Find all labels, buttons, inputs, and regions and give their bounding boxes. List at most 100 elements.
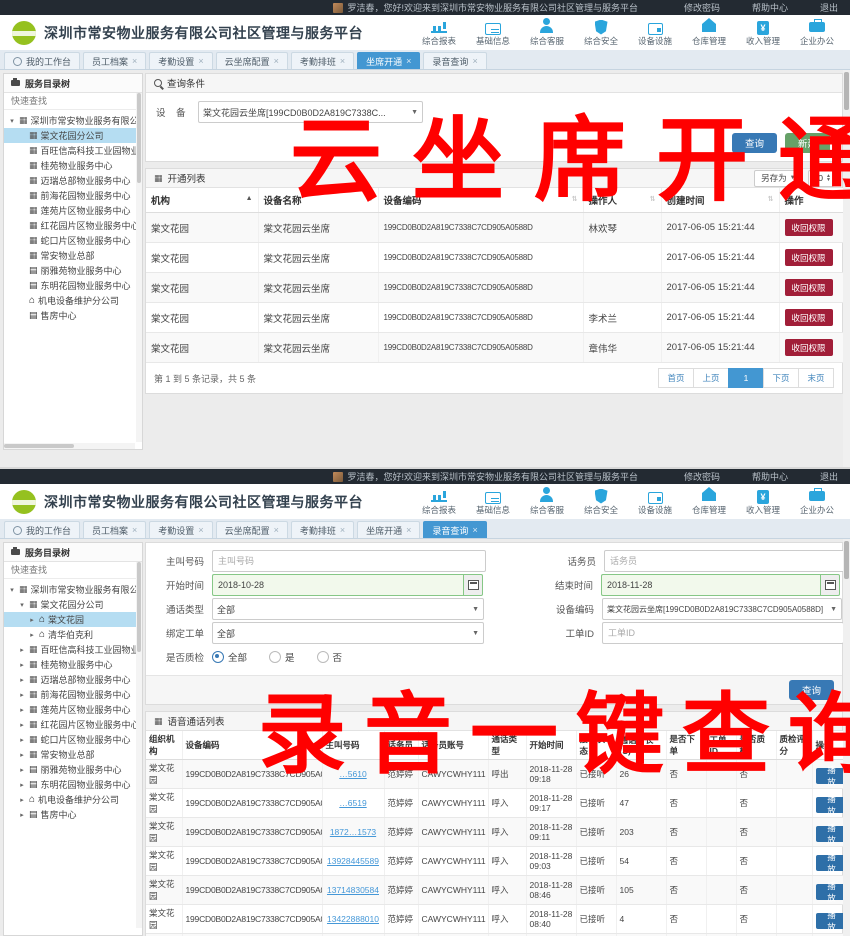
close-icon[interactable]: × (472, 56, 477, 66)
sort-asc-icon[interactable]: ▲ (246, 195, 253, 202)
quick-find-input[interactable]: 快速查找 (4, 93, 142, 110)
tree-item[interactable]: ▤丽雅苑物业服务中心 (4, 263, 142, 278)
close-icon[interactable]: × (198, 525, 203, 535)
revoke-permission-button[interactable]: 收回权限 (785, 279, 833, 296)
qc-radio-全部[interactable]: 全部 (212, 650, 247, 664)
calendar-button[interactable] (820, 574, 840, 596)
tab-录音查询[interactable]: 录音查询× (423, 52, 486, 69)
workorder-id-input[interactable] (602, 622, 844, 644)
sort-icon[interactable]: ⇅ (768, 195, 774, 203)
column-header[interactable]: 主叫号码 (322, 731, 384, 760)
close-icon[interactable]: × (198, 56, 203, 66)
tree-item[interactable]: ▸▦红花园片区物业服务中心 (4, 717, 142, 732)
tab-员工档案[interactable]: 员工档案× (83, 52, 146, 69)
close-icon[interactable]: × (132, 56, 137, 66)
tree-item[interactable]: ▤售房中心 (4, 308, 142, 323)
tree-expander-icon[interactable]: ▸ (18, 781, 26, 789)
main-vertical-scrollbar[interactable] (843, 539, 850, 936)
page-button-上页[interactable]: 上页 (693, 368, 729, 388)
nav-item-chart[interactable]: 综合报表 (412, 16, 466, 50)
tree-item[interactable]: ▾▦棠文花园分公司 (4, 597, 142, 612)
tree-expander-icon[interactable]: ▸ (28, 631, 36, 639)
column-header[interactable]: 创建时间⇅ (661, 188, 779, 213)
help-center-link[interactable]: 帮助中心 (736, 470, 804, 483)
qc-radio-否[interactable]: 否 (317, 650, 343, 664)
tree-item[interactable]: ▦百旺信高科技工业园物业服务中心 (4, 143, 142, 158)
nav-item-device[interactable]: 设备设施 (628, 20, 682, 50)
nav-item-income[interactable]: ¥收入管理 (736, 19, 790, 50)
logout-link[interactable]: 退出 (804, 470, 842, 483)
sort-icon[interactable]: ⇅ (650, 195, 656, 203)
tree-expander-icon[interactable]: ▸ (18, 646, 26, 654)
change-password-link[interactable]: 修改密码 (668, 1, 736, 14)
tab-我的工作台[interactable]: 我的工作台 (4, 521, 80, 538)
column-header[interactable]: 操作 (779, 188, 850, 213)
nav-item-info[interactable]: 基础信息 (466, 488, 520, 519)
tab-员工档案[interactable]: 员工档案× (83, 521, 146, 538)
column-header[interactable]: 设备名称⇅ (258, 188, 378, 213)
caller-number-link[interactable]: …6519 (326, 798, 381, 808)
column-header[interactable]: 组织机构 (146, 731, 182, 760)
page-button-1[interactable]: 1 (728, 368, 764, 388)
tree-item[interactable]: ▸⌂棠文花园 (4, 612, 142, 627)
tree-item[interactable]: ▸▤丽雅苑物业服务中心 (4, 762, 142, 777)
tab-考勤设置[interactable]: 考勤设置× (149, 52, 212, 69)
nav-item-customer-service[interactable]: 综合客服 (520, 485, 574, 519)
tree-item[interactable]: ▸▦蛇口片区物业服务中心 (4, 732, 142, 747)
tab-我的工作台[interactable]: 我的工作台 (4, 52, 80, 69)
tab-考勤设置[interactable]: 考勤设置× (149, 521, 212, 538)
sidebar-vertical-scrollbar[interactable] (136, 562, 142, 928)
save-as-button[interactable]: 另存为▼ (754, 170, 802, 187)
qc-radio-是[interactable]: 是 (269, 650, 295, 664)
sort-icon[interactable]: ⇅ (572, 195, 578, 203)
tree-expander-icon[interactable]: ▸ (18, 736, 26, 744)
change-password-link[interactable]: 修改密码 (668, 470, 736, 483)
column-header[interactable]: 质检评分 (776, 731, 812, 760)
revoke-permission-button[interactable]: 收回权限 (785, 309, 833, 326)
nav-item-info[interactable]: 基础信息 (466, 19, 520, 50)
tree-item[interactable]: ▦莲苑片区物业服务中心 (4, 203, 142, 218)
tree-item[interactable]: ▦前海花园物业服务中心 (4, 188, 142, 203)
start-date-input[interactable] (212, 574, 463, 596)
caller-number-link[interactable]: 1872…1573 (326, 827, 381, 837)
sidebar-horizontal-scrollbar[interactable] (4, 443, 135, 449)
create-button[interactable]: 新建 (785, 133, 830, 153)
tree-item[interactable]: ⌂机电设备维护分公司 (4, 293, 142, 308)
calendar-button[interactable] (463, 574, 483, 596)
close-icon[interactable]: × (406, 56, 411, 66)
tree-item[interactable]: ▸⌂清华伯克利 (4, 627, 142, 642)
column-header[interactable]: 话务员 (384, 731, 418, 760)
tree-expander-icon[interactable]: ▾ (8, 117, 16, 125)
caller-number-link[interactable]: 13422888010 (326, 914, 381, 924)
tree-item[interactable]: ▾▦深圳市常安物业服务有限公司 (4, 113, 142, 128)
tab-录音查询[interactable]: 录音查询× (423, 521, 486, 538)
end-date-input[interactable] (601, 574, 820, 596)
search-button[interactable]: 查询 (789, 680, 834, 700)
tab-云坐席配置[interactable]: 云坐席配置× (216, 521, 288, 538)
column-header[interactable]: 开始时间 (526, 731, 576, 760)
nav-item-warehouse[interactable]: 仓库管理 (682, 16, 736, 50)
nav-item-office[interactable]: 企业办公 (790, 485, 844, 519)
column-header[interactable]: 话务员账号 (418, 731, 488, 760)
tree-expander-icon[interactable]: ▸ (18, 811, 26, 819)
tree-expander-icon[interactable]: ▸ (18, 691, 26, 699)
caller-number-input[interactable] (212, 550, 486, 572)
tree-expander-icon[interactable]: ▸ (18, 676, 26, 684)
device-code-select[interactable]: 棠文花园云坐席[199CD0B0D2A819C7338C7CD905A0588D… (602, 598, 842, 620)
help-center-link[interactable]: 帮助中心 (736, 1, 804, 14)
tree-item[interactable]: ▸▦百旺信高科技工业园物业服务中心 (4, 642, 142, 657)
bind-order-select[interactable]: 全部▼ (212, 622, 484, 644)
nav-item-shield[interactable]: 综合安全 (574, 18, 628, 50)
tree-item[interactable]: ▸▤东明花园物业服务中心 (4, 777, 142, 792)
tree-item[interactable]: ▾▦深圳市常安物业服务有限公司 (4, 582, 142, 597)
close-icon[interactable]: × (340, 525, 345, 535)
tree-expander-icon[interactable]: ▸ (28, 616, 36, 624)
page-size-stepper[interactable]: 10 ▲▼ (808, 170, 834, 187)
sort-icon[interactable]: ⇅ (367, 195, 373, 203)
agent-input[interactable] (604, 550, 846, 572)
column-header[interactable]: 工单ID (706, 731, 736, 760)
tab-考勤排班[interactable]: 考勤排班× (291, 521, 354, 538)
column-header[interactable]: 机构▲ (146, 188, 258, 213)
tree-item[interactable]: ▸⌂机电设备维护分公司 (4, 792, 142, 807)
tree-item[interactable]: ▦棠文花园分公司 (4, 128, 142, 143)
